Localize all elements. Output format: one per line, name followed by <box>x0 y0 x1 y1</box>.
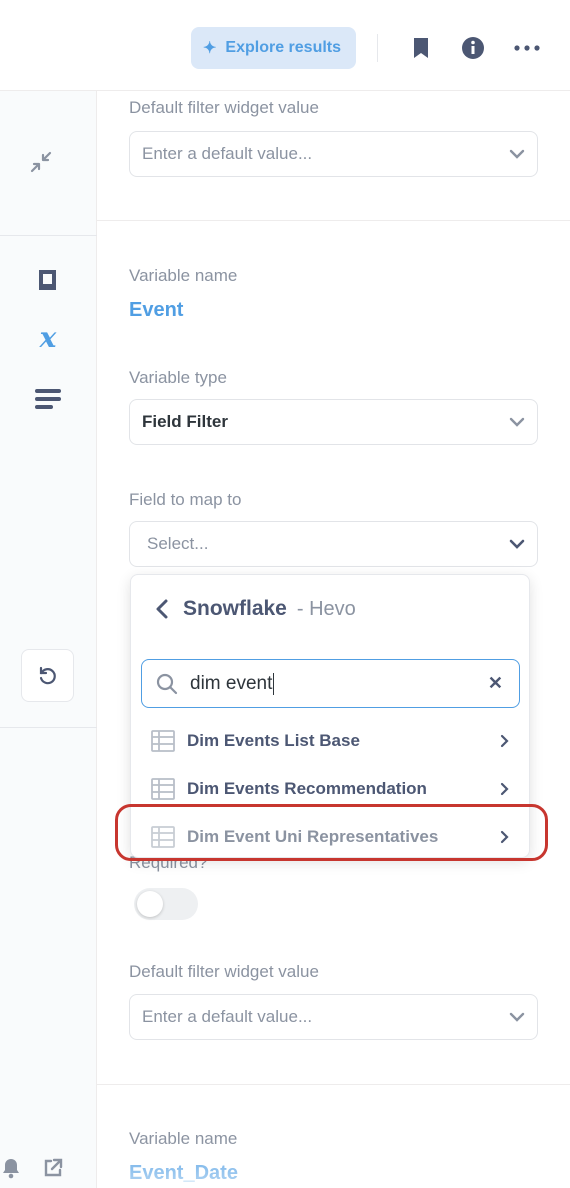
chevron-left-icon <box>156 599 168 619</box>
chevron-down-icon <box>509 1012 525 1022</box>
header-divider <box>377 34 378 62</box>
table-option[interactable]: Dim Events Recommendation <box>131 765 529 813</box>
variable-type-value: Field Filter <box>142 412 228 431</box>
table-option[interactable]: Dim Event Uni Representatives <box>131 813 529 861</box>
schema-name: - Hevo <box>296 597 356 620</box>
field-to-map-placeholder: Select... <box>147 534 209 553</box>
variable-type-label: Variable type <box>129 368 227 387</box>
section-divider <box>97 1084 570 1085</box>
table-icon <box>151 826 175 848</box>
sparkle-icon: ✦ <box>203 40 217 57</box>
chevron-right-icon <box>500 830 509 844</box>
default-value-placeholder: Enter a default value... <box>142 1007 313 1026</box>
info-icon[interactable] <box>459 34 487 62</box>
default-value-input[interactable]: Enter a default value... <box>129 131 538 177</box>
search-icon <box>156 673 178 694</box>
table-option-label: Dim Events Recommendation <box>187 779 427 798</box>
snippets-icon[interactable] <box>35 388 61 410</box>
bell-icon[interactable] <box>0 1157 22 1179</box>
chevron-down-icon <box>509 149 525 159</box>
explore-results-button[interactable]: ✦ Explore results <box>191 27 356 69</box>
sidebar-divider <box>0 727 97 728</box>
field-to-map-label: Field to map to <box>129 490 242 509</box>
table-icon <box>151 778 175 800</box>
database-back-button[interactable]: Snowflake - Hevo <box>155 597 356 621</box>
table-option-label: Dim Events List Base <box>187 731 360 750</box>
collapse-icon[interactable] <box>28 149 54 175</box>
variable-name[interactable]: Event_Date <box>129 1162 238 1185</box>
variable-name[interactable]: Event <box>129 299 183 322</box>
more-icon[interactable] <box>513 34 541 62</box>
table-icon <box>151 730 175 752</box>
variable-type-select[interactable]: Field Filter <box>129 399 538 445</box>
book-icon[interactable] <box>35 266 61 294</box>
field-picker-popover: Snowflake - Hevo dim event ✕ Dim Events … <box>130 574 530 858</box>
chevron-down-icon <box>509 539 525 549</box>
toggle-knob <box>137 891 163 917</box>
variable-name-label: Variable name <box>129 1129 238 1148</box>
editor-sidebar: x <box>0 91 97 1188</box>
text-caret <box>273 672 275 695</box>
clear-search-icon[interactable]: ✕ <box>488 673 503 694</box>
default-filter-label: Default filter widget value <box>129 962 319 981</box>
table-option[interactable]: Dim Events List Base <box>131 717 529 765</box>
external-link-icon[interactable] <box>41 1156 65 1180</box>
explore-results-label: Explore results <box>225 39 342 56</box>
required-toggle[interactable] <box>134 888 198 920</box>
search-value: dim event <box>190 672 273 694</box>
default-value-input[interactable]: Enter a default value... <box>129 994 538 1040</box>
chevron-down-icon <box>509 417 525 427</box>
table-search-input[interactable]: dim event ✕ <box>141 659 520 708</box>
sidebar-divider <box>0 235 97 236</box>
variable-icon[interactable]: x <box>33 324 63 352</box>
default-value-placeholder: Enter a default value... <box>142 144 313 163</box>
default-filter-label: Default filter widget value <box>129 98 319 117</box>
bookmark-icon[interactable] <box>407 34 435 62</box>
top-bar: ✦ Explore results <box>0 0 570 91</box>
variable-name-label: Variable name <box>129 266 238 285</box>
field-to-map-select[interactable]: Select... <box>129 521 538 567</box>
refresh-icon <box>39 666 56 684</box>
chevron-right-icon <box>500 734 509 748</box>
database-name: Snowflake <box>183 597 287 620</box>
refresh-button[interactable] <box>21 649 74 702</box>
table-option-label: Dim Event Uni Representatives <box>187 827 439 846</box>
chevron-right-icon <box>500 782 509 796</box>
section-divider <box>97 220 570 221</box>
